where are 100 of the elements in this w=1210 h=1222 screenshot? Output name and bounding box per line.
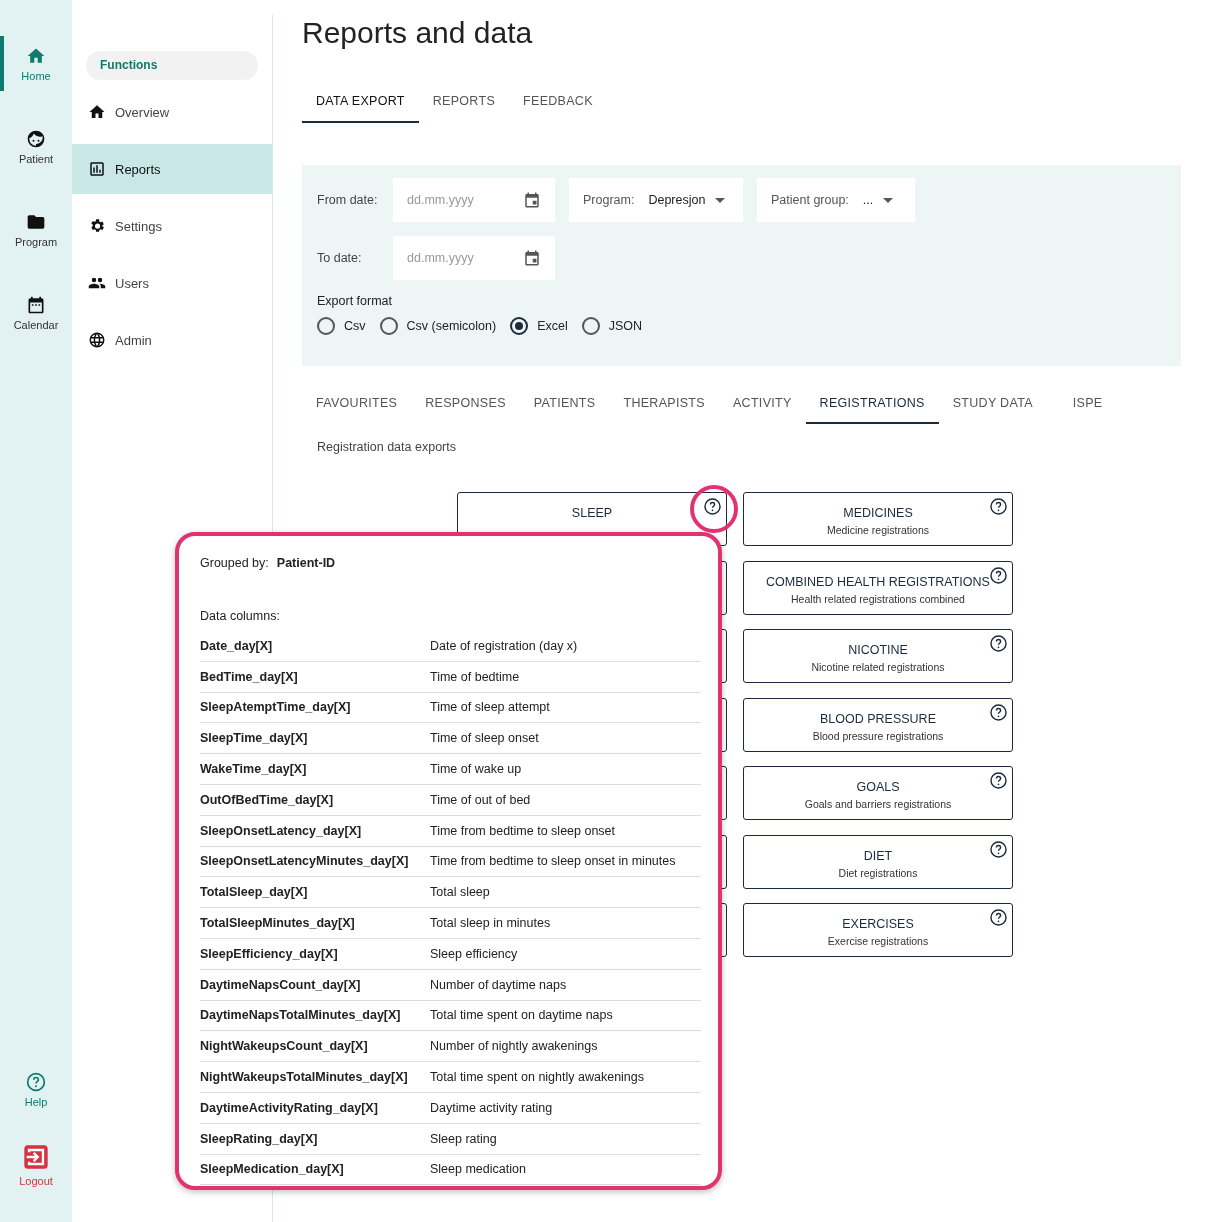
data-columns-label: Data columns: — [200, 609, 281, 623]
column-name: SleepAtemptTime_day[X] — [200, 700, 352, 715]
rail-nav-item[interactable]: Calendar — [0, 285, 72, 340]
patient-group-dropdown[interactable]: Patient group: ... — [757, 178, 915, 222]
card-title: GOALS — [856, 779, 900, 794]
globe-icon — [88, 331, 106, 349]
help-icon[interactable] — [989, 908, 1008, 927]
card-subtitle: Medicine registrations — [826, 524, 930, 538]
grouped-by-value: Patient-ID — [276, 556, 336, 570]
menu-item[interactable]: Users — [72, 258, 272, 308]
radio-circle[interactable] — [317, 317, 335, 335]
menu-item[interactable]: Reports — [72, 144, 272, 194]
menu-item[interactable]: Settings — [72, 201, 272, 251]
tab[interactable]: PATIENTS — [519, 388, 610, 424]
help-icon[interactable] — [989, 497, 1008, 516]
help-icon[interactable] — [703, 497, 722, 516]
export-card[interactable]: MEDICINES Medicine registrations — [743, 492, 1013, 546]
column-description: Sleep efficiency — [430, 946, 518, 961]
column-description: Time from bedtime to sleep onset in minutes — [430, 854, 676, 869]
tab[interactable]: ACTIVITY — [718, 388, 806, 424]
radio-circle[interactable] — [581, 317, 600, 335]
calendar-icon — [26, 294, 46, 315]
column-description: Time of sleep attempt — [430, 700, 550, 715]
column-name: WakeTime_day[X] — [200, 762, 308, 777]
column-name: BedTime_day[X] — [200, 669, 299, 684]
radio-circle[interactable] — [379, 317, 398, 335]
card-title: BLOOD PRESSURE — [820, 710, 936, 726]
caret-icon — [715, 197, 726, 203]
help-icon[interactable] — [989, 634, 1008, 653]
rail-nav-item[interactable]: Patient — [0, 119, 72, 174]
radio-circle[interactable] — [510, 317, 529, 335]
tab[interactable]: ISPE — [1058, 388, 1117, 424]
help-icon[interactable] — [989, 702, 1008, 722]
program-dropdown[interactable]: Program: Depresjon — [569, 178, 743, 222]
column-name: DaytimeActivityRating_day[X] — [200, 1100, 379, 1115]
column-name: OutOfBedTime_day[X] — [200, 792, 335, 807]
column-name: NightWakeupsCount_day[X] — [200, 1039, 369, 1054]
section-label: Registration data exports — [317, 440, 457, 454]
tab[interactable]: FEEDBACK — [509, 82, 607, 123]
date-field[interactable]: dd.mm.yyyy — [393, 236, 555, 280]
column-name: TotalSleep_day[X] — [200, 885, 309, 900]
card-subtitle: Goals and barriers registrations — [804, 798, 952, 812]
column-description: Total time spent on daytime naps — [430, 1008, 613, 1023]
calendar-icon[interactable] — [523, 191, 541, 209]
card-title: DIET — [863, 847, 893, 863]
export-card[interactable]: EXERCISES Exercise registrations — [743, 903, 1013, 957]
rail-nav-item[interactable]: Home — [0, 36, 72, 91]
tab[interactable]: RESPONSES — [411, 388, 520, 424]
export-card[interactable]: NICOTINE Nicotine related registrations — [743, 629, 1013, 683]
tab[interactable]: THERAPISTS — [609, 388, 719, 424]
tab[interactable]: DATA EXPORT — [302, 82, 419, 123]
card-title: NICOTINE — [848, 642, 908, 657]
tab[interactable]: FAVOURITES — [302, 388, 412, 424]
tab[interactable]: STUDY DATA — [938, 388, 1047, 424]
field-label: From date: — [317, 193, 379, 207]
column-description: Number of nightly awakenings — [430, 1039, 598, 1054]
column-description: Date of registration (day x) — [430, 638, 578, 653]
face-icon — [26, 128, 46, 149]
export-card[interactable]: GOALS Goals and barriers registrations — [743, 766, 1013, 820]
menu-item[interactable]: Overview — [72, 87, 272, 137]
column-description: Sleep rating — [430, 1131, 497, 1146]
column-name: SleepRating_day[X] — [200, 1131, 319, 1146]
field-label: To date: — [317, 251, 363, 265]
calendar-icon[interactable] — [523, 249, 541, 267]
date-field[interactable]: dd.mm.yyyy — [393, 178, 555, 222]
radio-option[interactable]: Csv (semicolon) — [379, 317, 497, 335]
export-card[interactable]: COMBINED HEALTH REGISTRATIONS Health related registrations combined — [743, 560, 1013, 615]
gear-icon — [88, 217, 106, 235]
help-icon[interactable] — [989, 565, 1008, 585]
help-icon[interactable] — [989, 771, 1008, 790]
card-subtitle: Diet registrations — [838, 866, 918, 881]
help-icon[interactable] — [989, 839, 1008, 859]
card-subtitle: Nicotine related registrations — [811, 661, 945, 675]
menu-item[interactable]: Admin — [72, 315, 272, 365]
caret-icon — [883, 197, 894, 203]
radio-option[interactable]: Excel — [510, 317, 568, 335]
column-name: SleepMedication_day[X] — [200, 1162, 345, 1177]
column-name: SleepOnsetLatency_day[X] — [200, 823, 363, 838]
column-description: Total sleep — [430, 885, 490, 900]
column-name: NightWakeupsTotalMinutes_day[X] — [200, 1070, 409, 1085]
chart-icon — [88, 160, 106, 178]
radio-option[interactable]: Csv — [317, 317, 366, 335]
tab[interactable]: REPORTS — [418, 82, 510, 123]
exit-icon — [22, 1142, 50, 1171]
page-title: Reports and data — [302, 16, 534, 50]
column-description: Time of out of bed — [430, 792, 531, 807]
radio-option[interactable]: JSON — [581, 317, 643, 335]
column-name: DaytimeNapsCount_day[X] — [200, 977, 362, 992]
rail-nav-item[interactable]: Logout — [0, 1137, 72, 1192]
help-icon — [26, 1071, 46, 1092]
column-name: DaytimeNapsTotalMinutes_day[X] — [200, 1008, 402, 1023]
export-card[interactable]: DIET Diet registrations — [743, 834, 1013, 889]
column-name: TotalSleepMinutes_day[X] — [200, 916, 356, 931]
column-description: Total time spent on nightly awakenings — [430, 1070, 644, 1085]
tab[interactable]: REGISTRATIONS — [805, 388, 939, 424]
export-card[interactable]: BLOOD PRESSURE Blood pressure registrations — [743, 697, 1013, 752]
column-description: Time of sleep onset — [430, 731, 539, 746]
column-name: Date_day[X] — [200, 638, 274, 653]
rail-nav-item[interactable]: Help — [0, 1062, 72, 1117]
rail-nav-item[interactable]: Program — [0, 202, 72, 257]
